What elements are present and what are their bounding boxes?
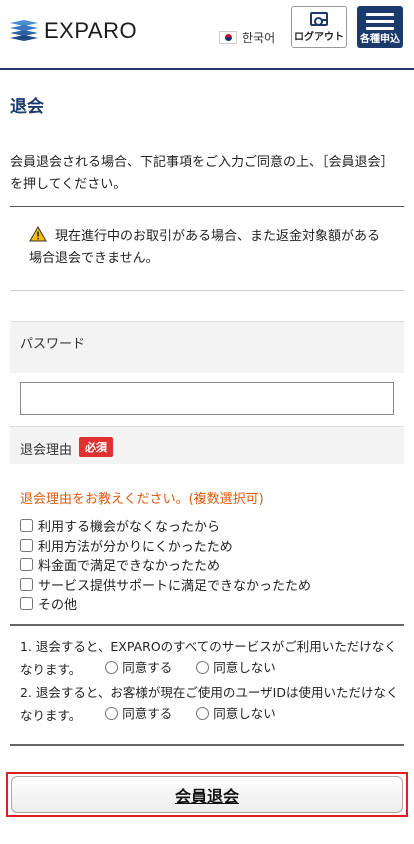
reason-label: 退会理由	[20, 443, 73, 458]
agreement-1-disagree-radio[interactable]	[196, 661, 210, 674]
reason-option[interactable]: 利用方法が分かりにくかったため	[20, 536, 311, 556]
password-input[interactable]	[20, 382, 394, 415]
reason-checkbox[interactable]	[20, 519, 33, 533]
agreement-2: 2. 退会すると、お客様が現在ご使用のユーザIDは使用いただけなくなります。 同…	[20, 682, 400, 726]
language-switcher[interactable]: 한국어	[219, 29, 275, 46]
divider	[10, 624, 404, 626]
agreement-2-disagree-radio[interactable]	[196, 707, 210, 720]
reason-option-label: サービス提供サポートに満足できなかったため	[38, 578, 312, 594]
agreement-1: 1. 退会すると、EXPAROのすべてのサービスがご利用いただけなくなります。 …	[20, 636, 400, 680]
reason-option-label: その他	[38, 598, 78, 614]
exparo-logo[interactable]: EXPARO	[10, 18, 137, 44]
agreement-1-agree-radio[interactable]	[105, 661, 119, 674]
password-label-row: パスワード	[10, 321, 404, 373]
agreement-2-agree-label: 同意する	[122, 706, 173, 721]
agreement-2-agree-radio[interactable]	[105, 707, 119, 720]
warning-icon	[29, 226, 47, 242]
notice-text: 現在進行中のお取引がある場合、また返金対象額がある場合退会できません。	[29, 229, 381, 266]
page-title: 退会	[10, 97, 44, 117]
reason-option[interactable]: サービス提供サポートに満足できなかったため	[20, 575, 311, 595]
agreement-1-agree-option[interactable]: 同意する	[105, 657, 172, 678]
logo-text: EXPARO	[44, 18, 138, 43]
agreement-2-agree-option[interactable]: 同意する	[105, 703, 172, 724]
reason-label-row: 退会理由 必須	[10, 426, 404, 464]
reason-option[interactable]: その他	[20, 594, 311, 614]
agreement-2-disagree-option[interactable]: 同意しない	[196, 703, 276, 724]
language-label: 한국어	[242, 31, 276, 45]
reason-option-label: 利用する機会がなくなったから	[38, 520, 221, 536]
reason-checkbox[interactable]	[20, 597, 33, 611]
logo-stripes-icon	[10, 20, 38, 41]
reason-checkbox[interactable]	[20, 558, 33, 572]
reason-checkbox[interactable]	[20, 538, 33, 552]
menu-button[interactable]: 各種申込	[357, 6, 403, 48]
korea-flag-icon	[219, 31, 237, 44]
app-header: EXPARO 한국어 ログアウト 各種申込	[0, 0, 414, 70]
reason-option[interactable]: 料金面で満足できなかったため	[20, 555, 311, 575]
agreement-1-disagree-label: 同意しない	[213, 660, 276, 675]
divider	[10, 744, 404, 746]
password-label: パスワード	[20, 337, 86, 352]
hamburger-icon	[366, 13, 394, 31]
agreement-2-disagree-label: 同意しない	[213, 706, 276, 721]
reason-option-label: 料金面で満足できなかったため	[38, 559, 221, 575]
intro-text: 会員退会される場合、下記事項をご入力ご同意の上、［会員退会］を押してください。	[10, 155, 394, 192]
reason-checkbox[interactable]	[20, 577, 33, 591]
key-icon	[310, 12, 328, 26]
withdraw-button[interactable]: 会員退会	[11, 776, 403, 813]
logout-button[interactable]: ログアウト	[291, 6, 347, 48]
reason-hint: 退会理由をお教えください。(複数選択可)	[20, 492, 264, 507]
agreement-1-disagree-option[interactable]: 同意しない	[196, 657, 276, 678]
required-badge: 必須	[79, 437, 113, 457]
reason-option[interactable]: 利用する機会がなくなったから	[20, 516, 311, 536]
logout-label: ログアウト	[294, 32, 344, 43]
agreement-1-agree-label: 同意する	[122, 660, 173, 675]
reason-checkbox-list: 利用する機会がなくなったから 利用方法が分かりにくかったため 料金面で満足できな…	[20, 516, 311, 614]
menu-label: 各種申込	[360, 34, 400, 45]
divider	[10, 290, 404, 291]
reason-option-label: 利用方法が分かりにくかったため	[38, 539, 233, 555]
divider	[10, 206, 404, 207]
notice: 現在進行中のお取引がある場合、また返金対象額がある場合退会できません。	[29, 226, 389, 270]
